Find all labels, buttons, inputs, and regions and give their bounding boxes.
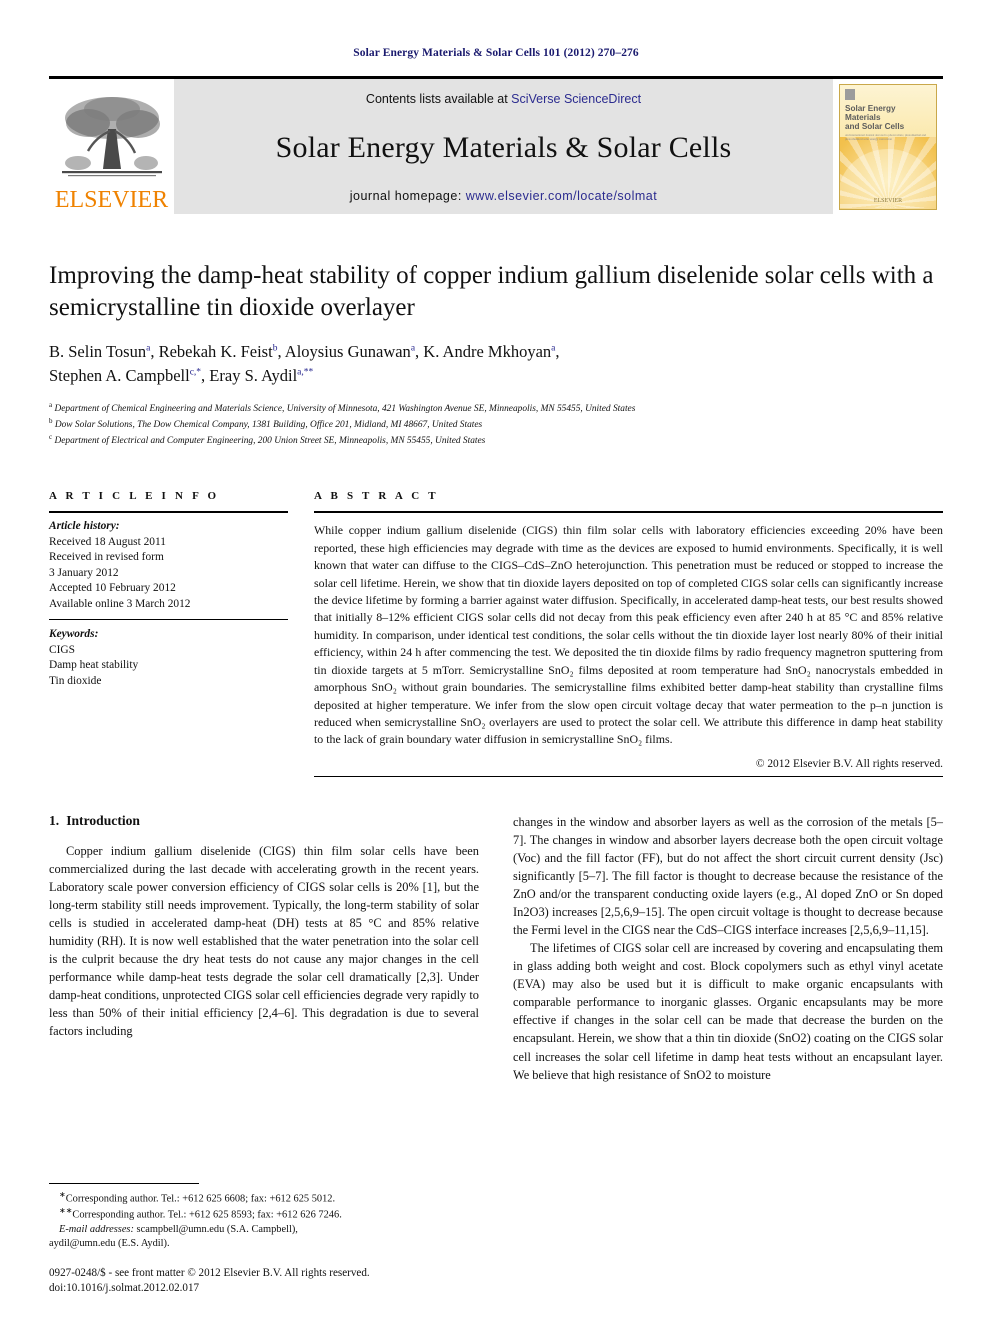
author-name: K. Andre Mkhoyan bbox=[423, 342, 552, 361]
author-name: Rebekah K. Feist bbox=[158, 342, 273, 361]
cover-title-line1: Solar Energy Materials bbox=[845, 103, 896, 122]
corresponding-author-note: ∗Corresponding author. Tel.: +612 625 66… bbox=[49, 1190, 454, 1207]
affiliation-item: b Dow Solar Solutions, The Dow Chemical … bbox=[49, 416, 943, 432]
double-asterisk-mark: ∗∗ bbox=[59, 1206, 73, 1216]
author-name: Aloysius Gunawan bbox=[284, 342, 411, 361]
author-name: B. Selin Tosun bbox=[49, 342, 147, 361]
affiliation-item: c Department of Electrical and Computer … bbox=[49, 432, 943, 448]
elsevier-logo: ELSEVIER bbox=[49, 79, 174, 214]
corresponding-author-note: ∗∗Corresponding author. Tel.: +612 625 8… bbox=[49, 1206, 454, 1223]
paragraph: Copper indium gallium diselenide (CIGS) … bbox=[49, 843, 479, 1039]
affiliation-text: Department of Electrical and Computer En… bbox=[54, 436, 486, 447]
author-sep: , bbox=[555, 342, 560, 361]
cover-header: Solar Energy Materials and Solar Cells A… bbox=[840, 84, 936, 141]
info-abstract-row: A R T I C L E I N F O Article history: R… bbox=[49, 490, 943, 777]
abstract-heading: A B S T R A C T bbox=[314, 490, 439, 503]
author-list: B. Selin Tosuna, Rebekah K. Feistb, Aloy… bbox=[49, 340, 943, 388]
history-item: 3 January 2012 bbox=[49, 566, 119, 579]
history-item: Received in revised form bbox=[49, 551, 164, 564]
article-history-label: Article history: bbox=[49, 520, 120, 533]
email-note: E-mail addresses: scampbell@umn.edu (S.A… bbox=[49, 1223, 454, 1237]
journal-cover-thumbnail: Solar Energy Materials and Solar Cells A… bbox=[833, 79, 943, 214]
cover-footer-logo: ELSEVIER bbox=[840, 198, 936, 204]
cover-footer-text: ELSEVIER bbox=[873, 197, 903, 204]
keywords-block: Keywords: CIGS Damp heat stability Tin d… bbox=[49, 620, 288, 689]
history-item: Accepted 10 February 2012 bbox=[49, 582, 176, 595]
email-address[interactable]: scampbell@umn.edu (S.A. Campbell), bbox=[137, 1224, 298, 1235]
abstract-copyright: © 2012 Elsevier B.V. All rights reserved… bbox=[755, 757, 943, 770]
article-info-column: A R T I C L E I N F O Article history: R… bbox=[49, 490, 314, 777]
history-item: Received 18 August 2011 bbox=[49, 535, 166, 548]
cover-subtitle: An International Journal devoted to phot… bbox=[845, 133, 926, 141]
keywords-label: Keywords: bbox=[49, 628, 99, 641]
elsevier-wordmark: ELSEVIER bbox=[54, 187, 169, 213]
page-title: Improving the damp-heat stability of cop… bbox=[49, 262, 934, 321]
journal-homepage-link[interactable]: www.elsevier.com/locate/solmat bbox=[466, 189, 657, 203]
keyword-item: Tin dioxide bbox=[49, 674, 102, 687]
article-history: Article history: Received 18 August 2011… bbox=[49, 513, 288, 619]
article-info-heading: A R T I C L E I N F O bbox=[49, 490, 220, 503]
keyword-item: CIGS bbox=[49, 643, 75, 656]
cover-title-line2: and Solar Cells bbox=[845, 121, 905, 131]
affiliation-item: a Department of Chemical Engineering and… bbox=[49, 400, 943, 416]
footnote-area: ∗Corresponding author. Tel.: +612 625 66… bbox=[49, 1182, 454, 1296]
homepage-prefix: journal homepage: bbox=[349, 189, 466, 203]
contents-prefix: Contents lists available at bbox=[365, 92, 512, 106]
divider bbox=[314, 775, 943, 777]
affiliation-mark: c bbox=[49, 432, 53, 441]
affiliation-text: Department of Chemical Engineering and M… bbox=[54, 403, 636, 414]
body-column-right: changes in the window and absorber layer… bbox=[513, 813, 943, 1084]
history-item: Available online 3 March 2012 bbox=[49, 597, 191, 610]
affiliation-list: a Department of Chemical Engineering and… bbox=[49, 400, 943, 449]
cover-elsevier-mark-icon bbox=[845, 88, 855, 100]
asterisk-mark: ∗ bbox=[59, 1189, 66, 1199]
abstract-column: A B S T R A C T While copper indium gall… bbox=[314, 490, 943, 777]
corresponding-author-text: Corresponding author. Tel.: +612 625 660… bbox=[65, 1193, 336, 1205]
body-column-left: 1. Introduction Copper indium gallium dis… bbox=[49, 813, 479, 1084]
affiliation-text: Dow Solar Solutions, The Dow Chemical Co… bbox=[54, 419, 483, 430]
email-address[interactable]: aydil@umn.edu (E.S. Aydil). bbox=[49, 1238, 170, 1249]
keyword-item: Damp heat stability bbox=[49, 659, 139, 672]
sciencedirect-link[interactable]: SciVerse ScienceDirect bbox=[511, 92, 641, 106]
body-columns: 1. Introduction Copper indium gallium dis… bbox=[49, 813, 943, 1084]
journal-title: Solar Energy Materials & Solar Cells bbox=[275, 130, 732, 164]
journal-homepage-line: journal homepage: www.elsevier.com/locat… bbox=[350, 189, 657, 203]
author-affiliation-mark: a,** bbox=[297, 367, 314, 378]
paper-page: Solar Energy Materials & Solar Cells 101… bbox=[0, 0, 992, 1323]
paragraph: changes in the window and absorber layer… bbox=[513, 814, 943, 938]
section-heading: 1. Introduction bbox=[49, 813, 479, 829]
cover-title: Solar Energy Materials and Solar Cells bbox=[845, 104, 931, 132]
journal-masthead: ELSEVIER Contents lists available at Sci… bbox=[49, 76, 943, 214]
affiliation-mark: b bbox=[49, 416, 53, 425]
author-affiliation-mark: c,* bbox=[189, 367, 202, 378]
elsevier-tree-icon bbox=[61, 97, 162, 177]
doi-line[interactable]: doi:10.1016/j.solmat.2012.02.017 bbox=[49, 1281, 454, 1296]
author-sep: , bbox=[277, 342, 285, 361]
affiliation-mark: a bbox=[49, 400, 53, 409]
running-head: Solar Energy Materials & Solar Cells 101… bbox=[353, 47, 639, 59]
issn-block: 0927-0248/$ - see front matter © 2012 El… bbox=[49, 1266, 454, 1296]
section-title: Introduction bbox=[66, 812, 140, 828]
author-name: Stephen A. Campbell bbox=[49, 365, 190, 385]
contents-available-line: Contents lists available at SciVerse Sci… bbox=[366, 92, 641, 106]
cover-image: Solar Energy Materials and Solar Cells A… bbox=[839, 83, 937, 210]
author-sep: , bbox=[150, 342, 159, 361]
section-number: 1. bbox=[49, 812, 60, 828]
email-note: aydil@umn.edu (E.S. Aydil). bbox=[49, 1237, 454, 1251]
email-label: E-mail addresses: bbox=[59, 1223, 134, 1235]
author-name: Eray S. Aydil bbox=[209, 365, 298, 385]
abstract-text: While copper indium gallium diselenide (… bbox=[314, 523, 943, 747]
corresponding-author-text: Corresponding author. Tel.: +612 625 859… bbox=[72, 1209, 342, 1221]
footnote-divider bbox=[49, 1182, 199, 1184]
issn-line: 0927-0248/$ - see front matter © 2012 El… bbox=[49, 1267, 370, 1280]
paragraph: The lifetimes of CIGS solar cell are inc… bbox=[513, 941, 943, 1082]
masthead-center-band: Contents lists available at SciVerse Sci… bbox=[174, 79, 833, 214]
title-block: Improving the damp-heat stability of cop… bbox=[49, 260, 943, 448]
